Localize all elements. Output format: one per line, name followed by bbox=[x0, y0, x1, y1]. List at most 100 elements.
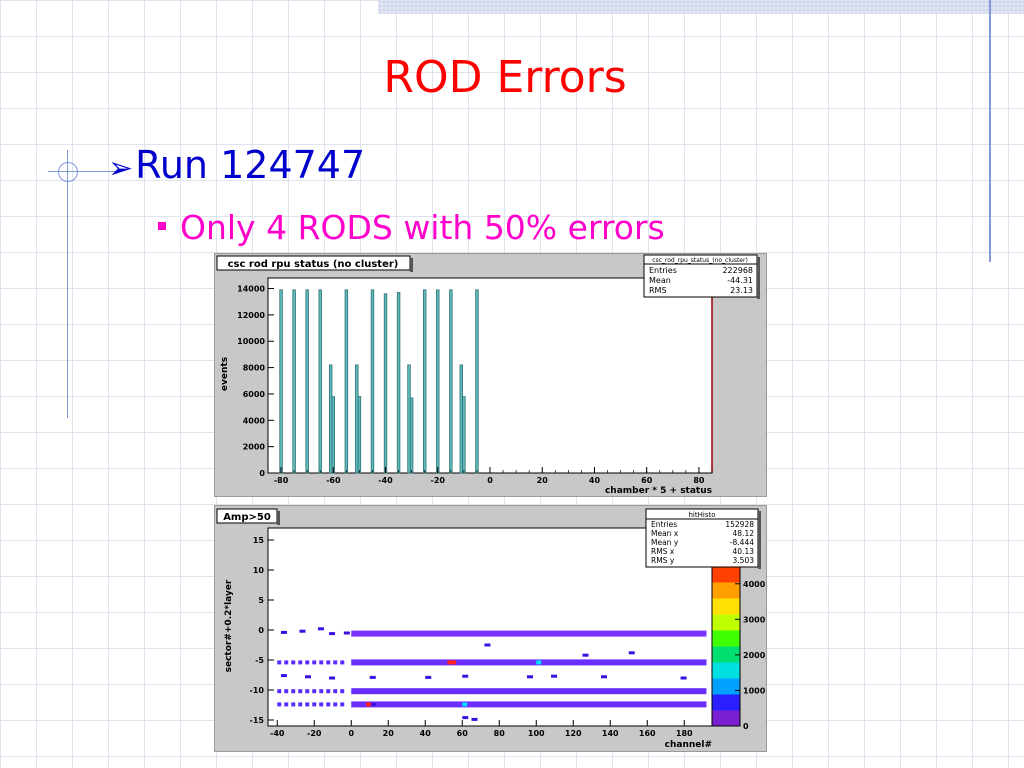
heatmap-cell bbox=[340, 702, 345, 707]
y-tick-label: 14000 bbox=[237, 285, 265, 294]
heatmap-band bbox=[351, 659, 707, 666]
heatmap-hot-cell bbox=[462, 702, 468, 707]
heatmap-cell bbox=[305, 660, 310, 665]
x-tick-label: 40 bbox=[420, 729, 432, 738]
heatmap-band bbox=[351, 688, 707, 695]
histogram-ylabel: events bbox=[220, 357, 230, 391]
stats-label: Mean bbox=[649, 276, 671, 285]
x-tick-label: 140 bbox=[602, 729, 619, 738]
heatmap-cell bbox=[319, 660, 324, 665]
heatmap-cell bbox=[527, 675, 533, 679]
colorbar-tick-label: 3000 bbox=[743, 615, 766, 624]
y-tick-label: 12000 bbox=[237, 311, 265, 320]
heatmap-cell bbox=[280, 674, 287, 678]
heatmap-cell bbox=[305, 675, 311, 679]
heatmap-cell bbox=[329, 676, 336, 680]
heatmap-band bbox=[351, 630, 707, 637]
y-tick-label: 10 bbox=[253, 566, 265, 575]
heatmap-xlabel: channel# bbox=[665, 740, 712, 750]
heatmap-cell bbox=[484, 643, 491, 647]
histogram-bar bbox=[370, 289, 375, 474]
heatmap-cell bbox=[333, 689, 338, 694]
histogram-bar bbox=[436, 289, 440, 474]
heatmap-cell bbox=[462, 716, 469, 720]
heatmap-hot-cell bbox=[451, 660, 457, 665]
heatmap-cell bbox=[291, 660, 296, 665]
heatmap-band bbox=[351, 701, 707, 708]
heatmap-cell bbox=[305, 689, 310, 694]
x-tick-label: 60 bbox=[457, 729, 469, 738]
stats-label: RMS bbox=[649, 286, 667, 295]
colorbar-segment bbox=[712, 694, 740, 711]
heatmap-cell bbox=[601, 675, 607, 679]
heatmap-cell bbox=[340, 689, 345, 694]
heatmap-cell bbox=[333, 660, 338, 665]
y-tick-label: -10 bbox=[250, 686, 265, 695]
heatmap-cell bbox=[628, 651, 635, 655]
stats-value: 222968 bbox=[722, 266, 753, 275]
heatmap-cell bbox=[582, 653, 589, 657]
x-tick-label: -60 bbox=[326, 476, 341, 485]
right-accent-line bbox=[989, 0, 991, 262]
heatmap-cell bbox=[284, 689, 289, 694]
y-tick-label: 8000 bbox=[243, 364, 266, 373]
heatmap-hot-cell bbox=[366, 702, 372, 707]
heatmap-cell bbox=[471, 717, 478, 721]
x-tick-label: 120 bbox=[565, 729, 582, 738]
heatmap-cell bbox=[277, 689, 282, 694]
stats-value: 3.503 bbox=[733, 556, 755, 565]
heatmap-stats-box: hitHisto Entries 152928 Mean x 48.12 Mea… bbox=[645, 508, 761, 569]
heatmap-stats-title: hitHisto bbox=[688, 511, 715, 519]
stats-label: Mean x bbox=[651, 529, 679, 538]
heatmap-ylabel: sector#+0.2*layer bbox=[224, 579, 234, 672]
heatmap-chart: -40 -20 0 20 40 60 80 100 120 140 160 180 -15-10-50… bbox=[216, 508, 766, 750]
decorative-circle bbox=[58, 162, 78, 182]
heatmap-cell bbox=[291, 689, 296, 694]
x-tick-label: 180 bbox=[676, 729, 693, 738]
histogram-stats-title: csc_rod_rpu_status_(no_cluster) bbox=[652, 257, 748, 264]
stats-label: Mean y bbox=[651, 538, 679, 547]
heatmap-cell bbox=[319, 702, 324, 707]
x-tick-label: 80 bbox=[494, 729, 506, 738]
x-tick-label: 60 bbox=[641, 476, 653, 485]
colorbar-segment bbox=[712, 678, 740, 695]
histogram-bar bbox=[331, 396, 336, 474]
heatmap-cell bbox=[298, 689, 303, 694]
colorbar-segment bbox=[712, 598, 740, 615]
y-tick-label: 15 bbox=[253, 536, 265, 545]
y-tick-label: 10000 bbox=[237, 337, 265, 346]
stats-value: 152928 bbox=[725, 520, 754, 529]
stats-value: 40.13 bbox=[733, 547, 755, 556]
x-tick-label: -80 bbox=[274, 476, 289, 485]
heatmap-cell bbox=[680, 676, 687, 680]
colorbar-segment bbox=[712, 662, 740, 679]
colorbar-segment bbox=[712, 614, 740, 631]
x-tick-label: 20 bbox=[537, 476, 549, 485]
bullet-run-text: Run 124747 bbox=[135, 143, 366, 187]
y-tick-label: 0 bbox=[259, 469, 265, 478]
heatmap-plot-area bbox=[267, 527, 713, 727]
x-tick-label: 80 bbox=[693, 476, 705, 485]
histogram-bar bbox=[344, 289, 349, 474]
x-tick-label: 160 bbox=[639, 729, 656, 738]
colorbar-segment bbox=[712, 646, 740, 663]
heatmap-cell bbox=[280, 630, 287, 634]
heatmap-cell bbox=[326, 702, 331, 707]
slide-title: ROD Errors bbox=[383, 52, 627, 103]
stats-value: 48.12 bbox=[733, 529, 755, 538]
histogram-bar bbox=[305, 289, 309, 474]
heatmap-hot-cell bbox=[536, 660, 542, 665]
bullet-rods-text: Only 4 RODS with 50% errors bbox=[180, 208, 665, 247]
x-tick-label: 40 bbox=[589, 476, 601, 485]
heatmap-cell bbox=[369, 675, 376, 679]
y-tick-label: 6000 bbox=[243, 390, 266, 399]
x-tick-label: -20 bbox=[431, 476, 446, 485]
x-tick-label: 0 bbox=[348, 729, 354, 738]
colorbar-segment bbox=[712, 566, 740, 583]
heatmap-title-shadow bbox=[277, 511, 280, 525]
stats-label: Entries bbox=[649, 266, 677, 275]
histogram-bar bbox=[396, 292, 401, 474]
histogram-stats-box: csc_rod_rpu_status_(no_cluster) Entries … bbox=[643, 254, 760, 299]
x-tick-label: 20 bbox=[383, 729, 395, 738]
heatmap-cell bbox=[284, 660, 289, 665]
